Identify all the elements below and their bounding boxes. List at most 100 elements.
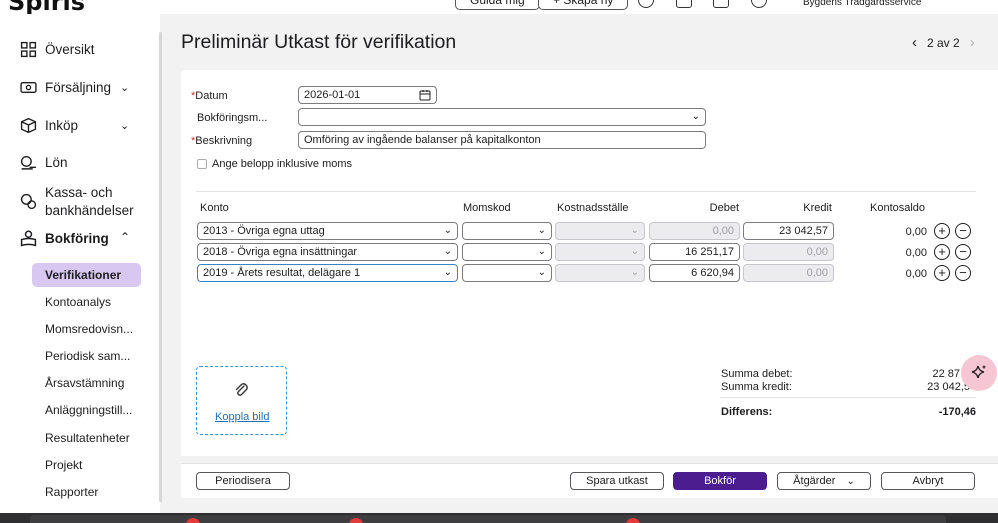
cash-icon — [20, 193, 37, 210]
nav-label: Kassa- och bankhändelser — [45, 185, 134, 218]
bokforingsmall-select[interactable]: ⌄ — [298, 108, 706, 126]
chevron-down-icon: ⌄ — [846, 476, 855, 487]
app-logo[interactable]: Spiris — [8, 0, 85, 14]
kontosaldo-value: 0,00 — [905, 226, 927, 238]
os-dock-strip — [30, 515, 946, 523]
sidebar-item-arsavstamning[interactable]: Årsavstämning — [45, 376, 124, 390]
sparkle-icon — [971, 365, 986, 379]
remove-row-icon[interactable]: − — [955, 223, 971, 239]
konto-select[interactable]: 2019 - Årets resultat, delägare 1 ⌄ — [197, 264, 458, 282]
sidebar-item-anlaggningstillgangar[interactable]: Anläggningstill... — [45, 403, 132, 417]
notifications-icon[interactable] — [713, 0, 729, 8]
add-row-icon[interactable]: + — [934, 244, 950, 260]
nav-inkop[interactable]: Inköp — [20, 117, 78, 134]
box-icon — [20, 117, 37, 134]
cancel-button[interactable]: Avbryt — [881, 472, 975, 490]
col-kontosaldo: Kontosaldo — [870, 202, 926, 214]
chevron-down-icon: ⌄ — [443, 246, 452, 257]
konto-select[interactable]: 2018 - Övriga egna insättningar ⌄ — [197, 243, 458, 261]
chevron-right-icon[interactable]: › — [970, 34, 975, 51]
datum-label: *Datum — [191, 90, 228, 102]
paperclip-icon — [235, 383, 248, 396]
nav-oversikt[interactable]: Översikt — [20, 41, 95, 58]
sidebar-item-resultatenheter[interactable]: Resultatenheter — [45, 431, 130, 445]
konto-select[interactable]: 2013 - Övriga egna uttag ⌄ — [197, 222, 458, 240]
periodisera-button[interactable]: Periodisera — [196, 472, 290, 490]
moms-inclusive-checkbox[interactable] — [197, 159, 207, 169]
actions-dropdown[interactable]: Åtgärder ⌄ — [777, 472, 871, 490]
kontosaldo-value: 0,00 — [905, 247, 927, 259]
debet-input[interactable]: 16 251,17 — [649, 243, 740, 261]
attach-image-link[interactable]: Koppla bild — [215, 411, 269, 423]
kostnadsstalle-select[interactable]: ⌄ — [555, 243, 645, 261]
bokforingsmall-label: Bokföringsm... — [197, 112, 268, 124]
col-debet: Debet — [709, 202, 739, 214]
debet-input[interactable]: 0,00 — [649, 222, 740, 240]
chevron-left-icon[interactable]: ‹ — [912, 34, 917, 51]
chevron-up-icon[interactable]: ⌃ — [120, 230, 130, 244]
company-name[interactable]: Bygdens Trädgårdsservice — [803, 0, 921, 8]
nav-lon[interactable]: Lön — [20, 154, 68, 171]
chevron-down-icon[interactable]: ⌄ — [120, 119, 129, 132]
momskod-select[interactable]: ⌄ — [462, 264, 552, 282]
sidebar-item-momsredovisning[interactable]: Momsredovisn... — [45, 322, 133, 336]
create-new-button[interactable]: + Skapa ny — [538, 0, 629, 10]
history-icon[interactable] — [638, 0, 654, 8]
add-row-icon[interactable]: + — [934, 265, 950, 281]
momskod-select[interactable]: ⌄ — [462, 222, 552, 240]
beskrivning-input[interactable]: Omföring av ingående balanser på kapital… — [298, 131, 706, 149]
moms-inclusive-label: Ange belopp inklusive moms — [212, 158, 353, 170]
pager: ‹ 2 av 2 › — [912, 34, 975, 51]
page-title: Preliminär Utkast för verifikation — [181, 31, 457, 53]
summary-divider — [720, 397, 976, 398]
datum-input[interactable]: 2026-01-01 — [298, 86, 437, 104]
nav-bokforing[interactable]: Bokföring — [20, 230, 109, 247]
form-divider — [196, 191, 976, 192]
momskod-select[interactable]: ⌄ — [462, 243, 552, 261]
nav-label: Bokföring — [45, 231, 109, 246]
remove-row-icon[interactable]: − — [955, 265, 971, 281]
kontosaldo-value: 0,00 — [905, 268, 927, 280]
sidebar-scrollbar[interactable] — [159, 32, 162, 502]
sidebar-item-kontoanalys[interactable]: Kontoanalys — [45, 295, 111, 309]
sidebar-item-verifikationer[interactable]: Verifikationer — [45, 268, 121, 282]
chevron-down-icon: ⌄ — [443, 267, 452, 278]
chevron-down-icon: ⌄ — [630, 246, 639, 257]
sidebar-item-periodisk[interactable]: Periodisk sam... — [45, 349, 130, 363]
summa-kredit-value: 23 042,5 — [927, 381, 970, 393]
nav-kassa-bank[interactable]: Kassa- och bankhändelser — [20, 184, 134, 220]
guide-button[interactable]: Guida mig — [455, 0, 540, 10]
sidebar-item-rapporter[interactable]: Rapporter — [45, 485, 98, 499]
add-row-icon[interactable]: + — [934, 223, 950, 239]
kostnadsstalle-select[interactable]: ⌄ — [555, 222, 645, 240]
sidebar-item-projekt[interactable]: Projekt — [45, 458, 82, 472]
pager-label: 2 av 2 — [927, 35, 960, 50]
differens-value: -170,46 — [938, 406, 976, 418]
chat-icon[interactable] — [676, 0, 692, 8]
help-icon[interactable] — [751, 0, 767, 8]
kredit-input[interactable]: 0,00 — [743, 243, 834, 261]
kostnadsstalle-select[interactable]: ⌄ — [555, 264, 645, 282]
book-button[interactable]: Bokför — [673, 472, 767, 490]
nav-label: Inköp — [45, 118, 79, 133]
chevron-down-icon: ⌄ — [630, 267, 639, 278]
save-draft-button[interactable]: Spara utkast — [570, 472, 664, 490]
calendar-icon[interactable] — [419, 89, 431, 101]
chevron-down-icon: ⌄ — [537, 246, 546, 257]
verification-card — [181, 70, 998, 456]
summa-kredit-label: Summa kredit: — [721, 381, 792, 393]
debet-input[interactable]: 6 620,94 — [649, 264, 740, 282]
chevron-down-icon: ⌄ — [537, 225, 546, 236]
grid-icon — [20, 41, 37, 58]
chevron-down-icon: ⌄ — [443, 225, 452, 236]
nav-forsaljning[interactable]: Försäljning — [20, 79, 111, 96]
nav-label: Lön — [45, 155, 68, 170]
remove-row-icon[interactable]: − — [955, 244, 971, 260]
summa-debet-value: 22 87 — [932, 368, 960, 380]
ai-assistant-button[interactable] — [961, 355, 997, 391]
chevron-down-icon[interactable]: ⌄ — [120, 81, 129, 94]
kredit-input[interactable]: 0,00 — [743, 264, 834, 282]
kredit-input[interactable]: 23 042,57 — [743, 222, 834, 240]
attachment-dropzone[interactable] — [196, 366, 287, 435]
summa-debet-label: Summa debet: — [721, 368, 793, 380]
